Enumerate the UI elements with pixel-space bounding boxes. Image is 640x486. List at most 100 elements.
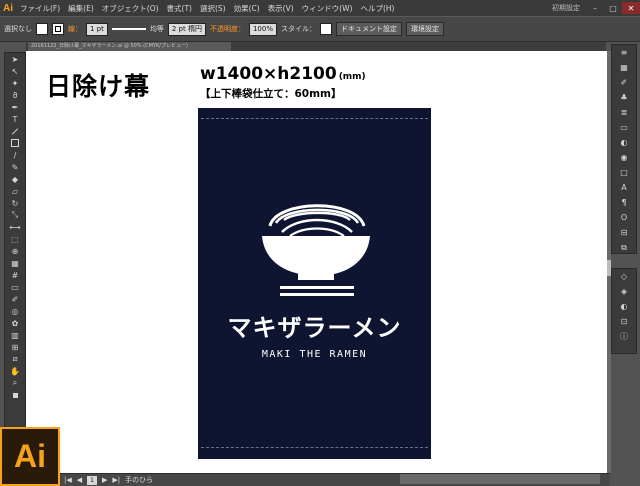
direct-selection-tool-icon[interactable]: ↖ [5, 65, 25, 77]
document-settings-button[interactable]: ドキュメント設定 [335, 22, 402, 36]
info-icon[interactable]: ⓘ [612, 329, 636, 344]
fill-swatch[interactable] [36, 23, 48, 35]
menu-select[interactable]: 選択(S) [196, 3, 230, 14]
menu-type[interactable]: 書式(T) [163, 3, 196, 14]
blend-tool-icon[interactable]: ◎ [5, 305, 25, 317]
stroke-swatch[interactable] [52, 23, 64, 35]
close-icon[interactable]: ✕ [622, 2, 640, 14]
maximize-icon[interactable]: □ [604, 2, 622, 14]
selection-tool-icon[interactable]: ➤ [5, 53, 25, 65]
selection-status: 選択なし [4, 25, 32, 33]
right-panel-dock: ≡ ▦ ✐ ♣ ≣ ▭ ◐ ◉ □ A ¶ O ⊟ ⧉ [611, 44, 637, 254]
opacity-label[interactable]: 不透明度： [210, 24, 245, 34]
navigator-icon[interactable]: ⊡ [612, 314, 636, 329]
horizontal-scrollbar[interactable] [400, 474, 600, 484]
finishing-note: 【上下棒袋仕立て：60mm】 [200, 88, 342, 100]
control-bar: 選択なし 線： 1 pt 均等 2 pt 楕円 不透明度： 100% スタイル：… [0, 16, 640, 42]
dimensions-main: w1400×h2100 [200, 64, 337, 84]
gradient-tool-icon[interactable]: ▭ [5, 281, 25, 293]
perspective-grid-tool-icon[interactable]: ▦ [5, 257, 25, 269]
artboards-icon[interactable]: ◇ [612, 269, 636, 284]
free-transform-tool-icon[interactable]: ⬚ [5, 233, 25, 245]
page-number-field[interactable]: 1 [87, 475, 97, 485]
document-tab[interactable]: 20161122_日除け幕_マキザラーメン.ai @ 50% (CMYK/プレビ… [28, 42, 231, 51]
app-logo-icon: Ai [3, 2, 13, 14]
type-tool-icon[interactable]: T [5, 113, 25, 125]
symbol-sprayer-tool-icon[interactable]: ✿ [5, 317, 25, 329]
menu-object[interactable]: オブジェクト(O) [98, 3, 163, 14]
pathfinder-icon[interactable]: ⧉ [612, 240, 636, 255]
blob-brush-tool-icon[interactable]: ◆ [5, 173, 25, 185]
transparency-icon[interactable]: ◐ [612, 135, 636, 150]
paragraph-icon[interactable]: ¶ [612, 195, 636, 210]
graph-tool-icon[interactable]: ▥ [5, 329, 25, 341]
prev-page-icon[interactable]: ◀ [77, 476, 82, 484]
mesh-tool-icon[interactable]: # [5, 269, 25, 281]
opacity-field[interactable]: 100% [248, 22, 277, 36]
tools-panel: ➤ ↖ ✦ ϑ ✒ T / ✎ ◆ ▱ ↻ ⤡ ⟷ ⬚ ⊕ ▦ # ▭ ✐ ◎ … [4, 52, 26, 434]
dimensions-unit: (mm) [338, 72, 366, 82]
width-tool-icon[interactable]: ⟷ [5, 221, 25, 233]
illustrator-logo: Ai [0, 427, 60, 486]
layers-icon[interactable]: ≡ [612, 45, 636, 60]
artboard-tool-icon[interactable]: ⊞ [5, 341, 25, 353]
eraser-tool-icon[interactable]: ▱ [5, 185, 25, 197]
zoom-tool-icon[interactable]: ⌕ [5, 377, 25, 389]
lasso-tool-icon[interactable]: ϑ [5, 89, 25, 101]
brushes-icon[interactable]: ✐ [612, 75, 636, 90]
slice-tool-icon[interactable]: ⧄ [5, 353, 25, 365]
line-preview [111, 28, 146, 30]
stroke-panel-icon[interactable]: ≣ [612, 105, 636, 120]
color-panel-icon[interactable]: ◐ [612, 299, 636, 314]
align-icon[interactable]: ⊟ [612, 225, 636, 240]
shape-builder-tool-icon[interactable]: ⊕ [5, 245, 25, 257]
dimensions-label: w1400×h2100 (mm) [200, 64, 366, 84]
line-tool-icon[interactable] [5, 125, 25, 137]
current-tool-label: 手のひら [125, 476, 154, 484]
menu-edit[interactable]: 編集(E) [64, 3, 98, 14]
menu-help[interactable]: ヘルプ(H) [356, 3, 398, 14]
magic-wand-tool-icon[interactable]: ✦ [5, 77, 25, 89]
symbols-icon[interactable]: ♣ [612, 90, 636, 105]
menu-view[interactable]: 表示(V) [264, 3, 298, 14]
fill-stroke-icon[interactable] [5, 389, 25, 401]
next-page-icon[interactable]: ▶ [102, 476, 107, 484]
style-swatch[interactable] [319, 23, 332, 35]
last-page-icon[interactable]: ▶| [112, 476, 120, 484]
brush-dropdown[interactable]: 2 pt 楕円 [167, 22, 206, 36]
stroke-weight-dropdown[interactable]: 1 pt [86, 22, 108, 36]
swatches-icon[interactable]: ▦ [612, 60, 636, 75]
menu-effect[interactable]: 効果(C) [230, 3, 264, 14]
rotate-tool-icon[interactable]: ↻ [5, 197, 25, 209]
opentype-icon[interactable]: O [612, 210, 636, 225]
profile-dropdown[interactable]: 均等 [150, 24, 164, 34]
rectangle-tool-icon[interactable] [5, 137, 25, 149]
shop-name-jp: マキザラーメン [227, 314, 402, 342]
pen-tool-icon[interactable]: ✒ [5, 101, 25, 113]
graphic-styles-icon[interactable]: □ [612, 165, 636, 180]
eyedropper-tool-icon[interactable]: ✐ [5, 293, 25, 305]
appearance-icon[interactable]: ◉ [612, 150, 636, 165]
stroke-label[interactable]: 線： [68, 24, 82, 34]
menu-file[interactable]: ファイル(F) [16, 3, 64, 14]
style-label: スタイル： [280, 25, 316, 33]
workspace-switcher[interactable]: 初期設定 [546, 3, 586, 13]
menu-bar: Ai ファイル(F) 編集(E) オブジェクト(O) 書式(T) 選択(S) 効… [0, 0, 640, 16]
minimize-icon[interactable]: – [586, 2, 604, 14]
right-panel-dock-2: ◇ ◈ ◐ ⊡ ⓘ [611, 268, 637, 354]
color-guide-icon[interactable]: ◈ [612, 284, 636, 299]
noren-banner[interactable]: マキザラーメン MAKI THE RAMEN [198, 108, 431, 459]
shop-name-en: MAKI THE RAMEN [261, 349, 368, 360]
scale-tool-icon[interactable]: ⤡ [5, 209, 25, 221]
preferences-button[interactable]: 環境設定 [405, 22, 444, 36]
pencil-tool-icon[interactable]: ✎ [5, 161, 25, 173]
hand-tool-icon[interactable]: ✋ [5, 365, 25, 377]
paintbrush-tool-icon[interactable]: / [5, 149, 25, 161]
page-title: 日除け幕 [46, 72, 151, 101]
menu-window[interactable]: ウィンドウ(W) [298, 3, 357, 14]
gradient-panel-icon[interactable]: ▭ [612, 120, 636, 135]
first-page-icon[interactable]: |◀ [64, 476, 72, 484]
character-icon[interactable]: A [612, 180, 636, 195]
document-tabbar: 20161122_日除け幕_マキザラーメン.ai @ 50% (CMYK/プレビ… [26, 42, 606, 51]
artboard[interactable]: 日除け幕 w1400×h2100 (mm) 【上下棒袋仕立て：60mm】 マキザラ… [26, 51, 607, 473]
